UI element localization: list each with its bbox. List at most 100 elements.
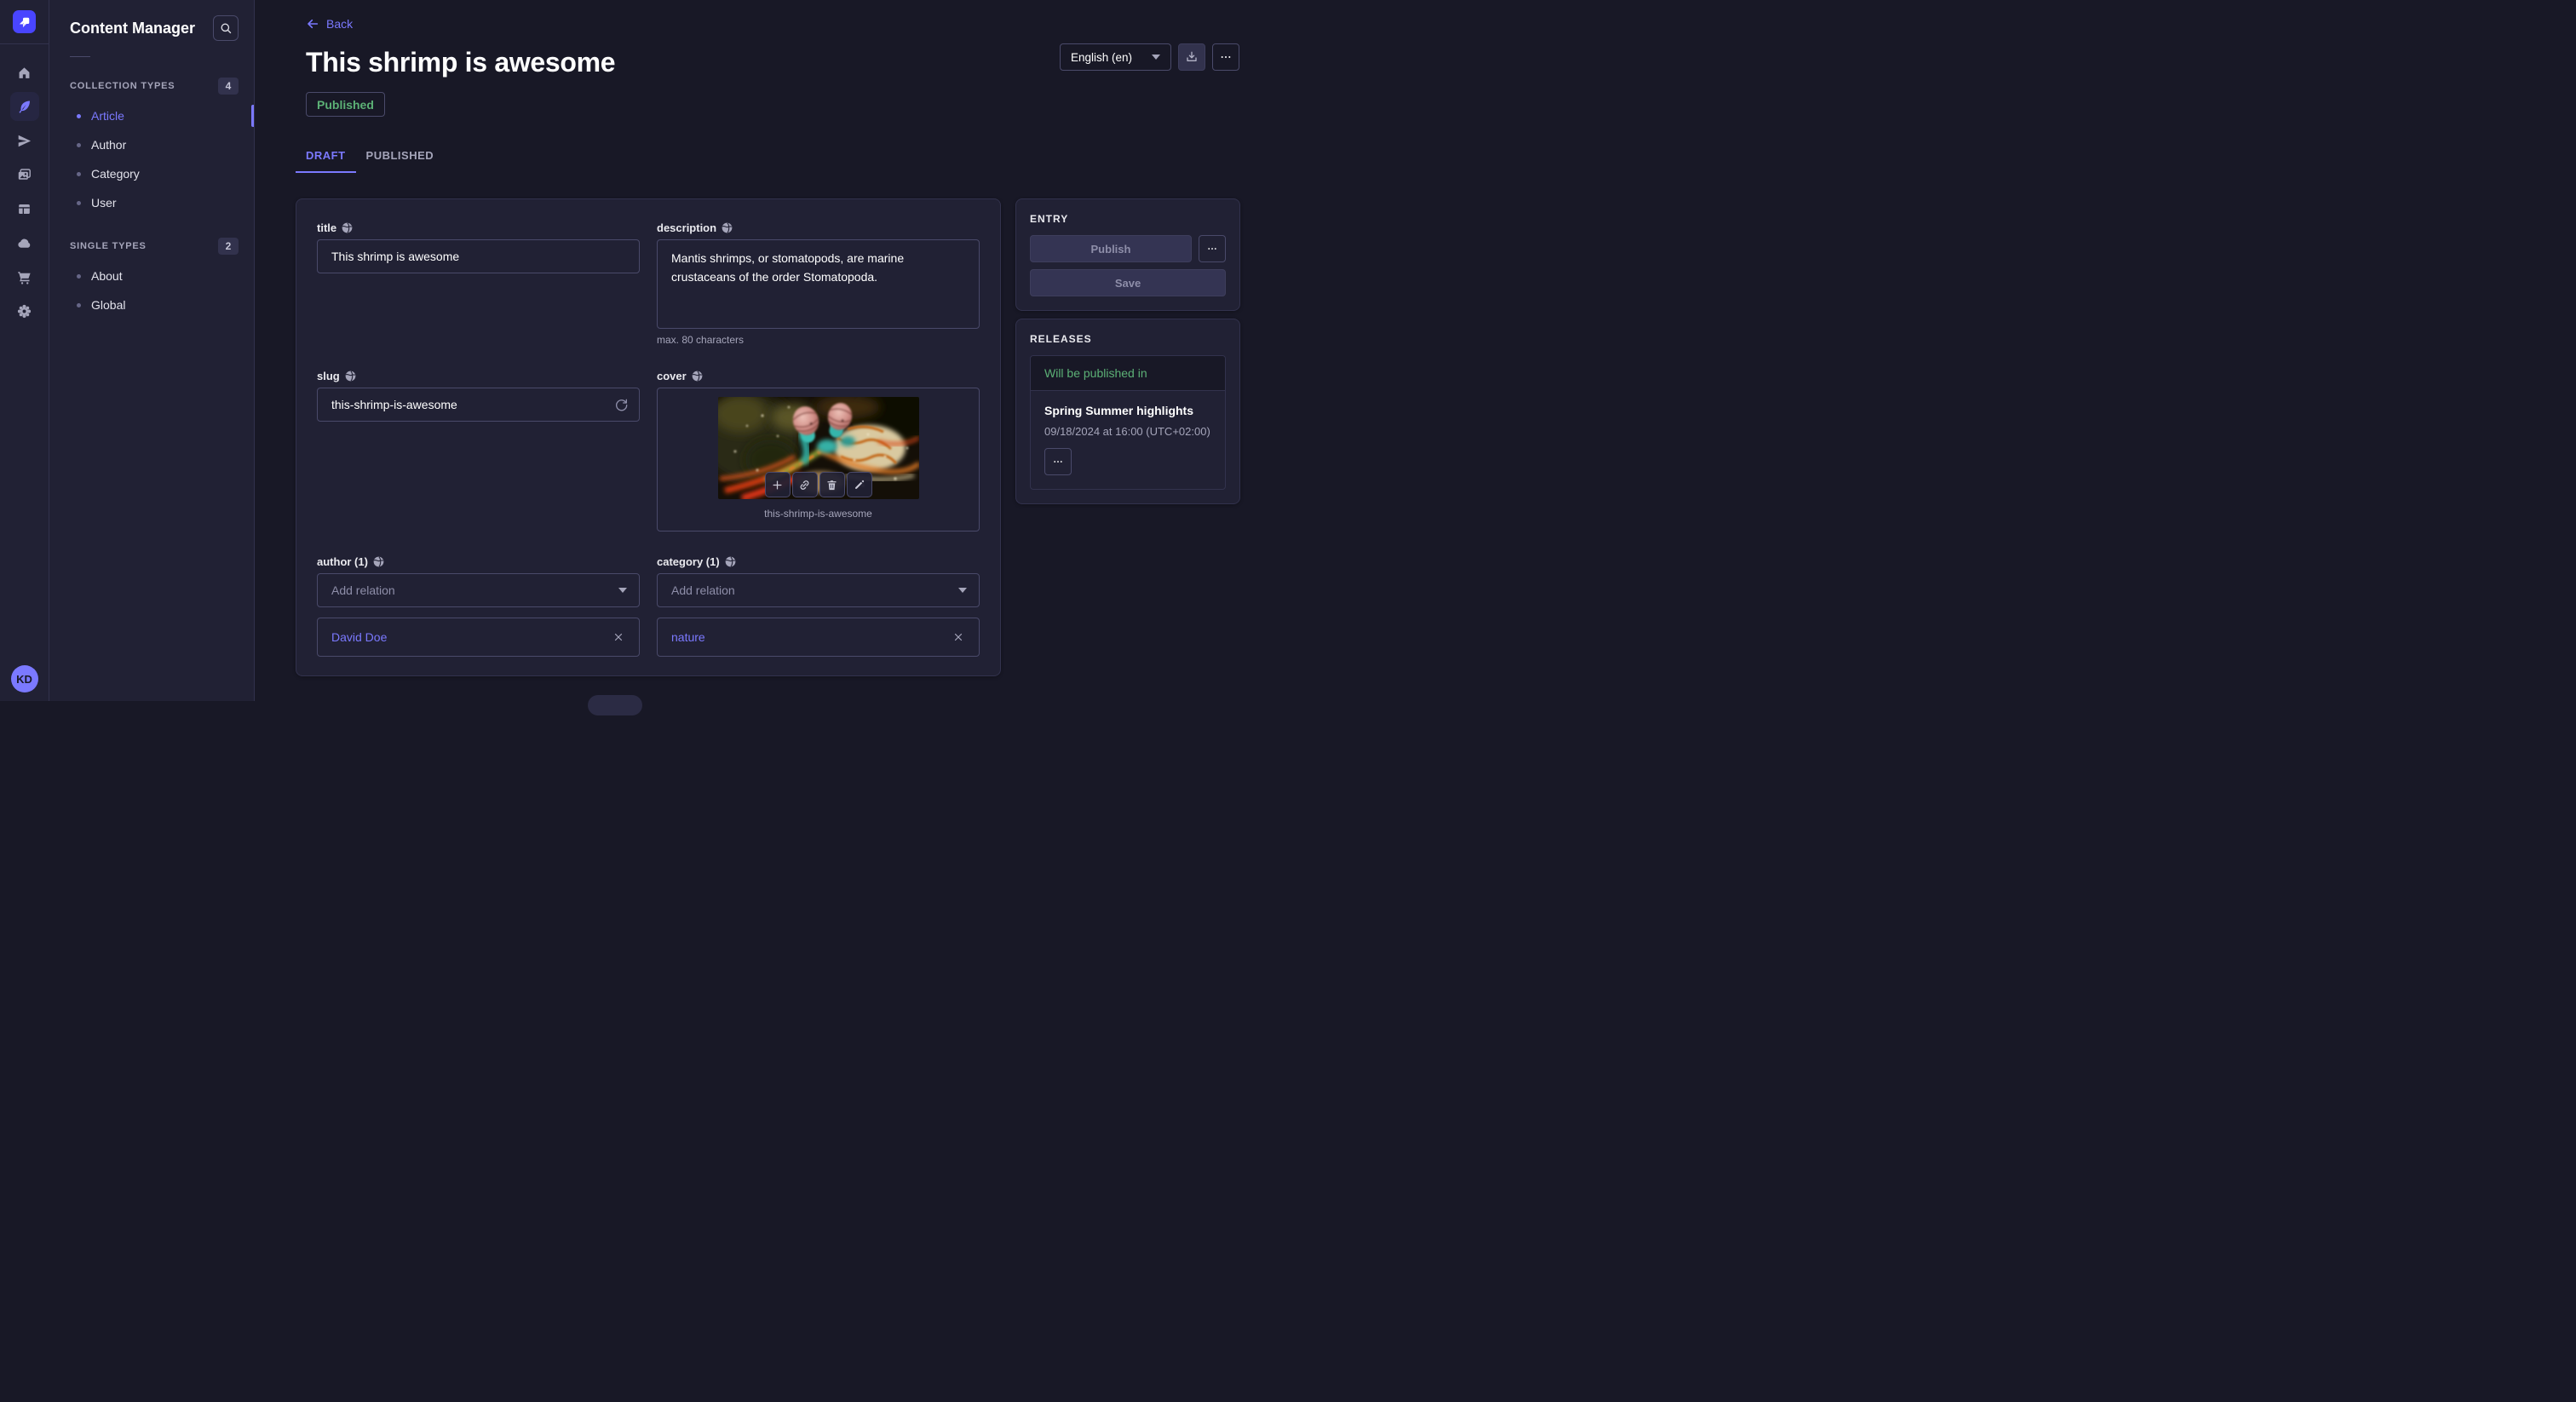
globe-icon xyxy=(722,222,733,233)
category-relation-combobox[interactable]: Add relation xyxy=(657,573,980,607)
sidebar-item-category[interactable]: Category xyxy=(49,159,254,188)
globe-icon xyxy=(725,556,736,567)
version-tabs: DRAFT PUBLISHED xyxy=(296,142,1288,173)
bullet-icon xyxy=(77,143,81,147)
nav-releases-button[interactable] xyxy=(10,126,39,155)
field-category: category (1) Add relation nature xyxy=(657,555,980,657)
globe-icon xyxy=(345,371,356,382)
nav-marketplace-button[interactable] xyxy=(10,262,39,291)
content-manager-sidebar: Content Manager COLLECTION TYPES 4 Artic… xyxy=(49,0,255,701)
nav-content-type-builder-button[interactable] xyxy=(10,194,39,223)
sidebar-item-label: Author xyxy=(91,138,126,152)
cover-caption: this-shrimp-is-awesome xyxy=(666,508,970,520)
sidebar-item-article[interactable]: Article xyxy=(49,101,254,130)
field-label-text: description xyxy=(657,221,716,234)
user-avatar[interactable]: KD xyxy=(11,665,38,692)
entry-more-button[interactable] xyxy=(1199,235,1226,262)
main-content: Back This shrimp is awesome Published En… xyxy=(255,0,1288,701)
locale-value: English (en) xyxy=(1071,51,1132,64)
feather-icon xyxy=(16,99,32,115)
search-button[interactable] xyxy=(213,15,239,41)
gear-icon xyxy=(16,303,32,319)
category-relation-item: nature xyxy=(657,618,980,657)
plus-icon xyxy=(771,479,784,491)
field-label-text: title xyxy=(317,221,336,234)
remove-relation-button[interactable] xyxy=(607,625,630,649)
link-icon xyxy=(798,479,811,491)
trash-icon xyxy=(825,479,838,491)
author-relation-item: David Doe xyxy=(317,618,640,657)
section-count-badge: 4 xyxy=(218,78,239,95)
description-textarea[interactable]: Mantis shrimps, or stomatopods, are mari… xyxy=(657,239,980,329)
chevron-down-icon xyxy=(1152,55,1160,60)
download-icon xyxy=(1185,50,1199,64)
edit-form-card: title description xyxy=(296,198,1001,676)
sidebar-item-global[interactable]: Global xyxy=(49,290,254,319)
release-more-button[interactable] xyxy=(1044,448,1072,475)
chevron-down-icon xyxy=(618,588,627,593)
relation-link[interactable]: nature xyxy=(671,630,705,644)
delete-asset-button[interactable] xyxy=(819,472,845,497)
nav-media-library-button[interactable] xyxy=(10,160,39,189)
side-column: ENTRY Publish Save RELEASES Wil xyxy=(1015,198,1240,504)
rail-divider xyxy=(0,43,49,44)
paper-plane-icon xyxy=(16,133,32,149)
field-label-text: author (1) xyxy=(317,555,368,568)
entry-panel: ENTRY Publish Save xyxy=(1015,198,1240,311)
release-status: Will be published in xyxy=(1031,356,1225,391)
edit-asset-button[interactable] xyxy=(847,472,872,497)
locale-select[interactable]: English (en) xyxy=(1060,43,1171,71)
active-item-indicator xyxy=(251,105,254,127)
cover-image[interactable] xyxy=(718,397,919,499)
images-icon xyxy=(16,167,32,183)
bottom-partial-button[interactable] xyxy=(588,695,642,715)
nav-content-manager-button[interactable] xyxy=(10,92,39,121)
app-window: KD Content Manager COLLECTION TYPES 4 Ar… xyxy=(0,0,1288,701)
copy-link-button[interactable] xyxy=(792,472,818,497)
sidebar-item-label: User xyxy=(91,196,117,210)
header-actions: English (en) xyxy=(1060,43,1239,71)
header-more-button[interactable] xyxy=(1212,43,1239,71)
section-label: SINGLE TYPES xyxy=(70,241,147,251)
relation-placeholder: Add relation xyxy=(331,583,395,597)
releases-panel: RELEASES Will be published in Spring Sum… xyxy=(1015,319,1240,504)
collection-types-section: COLLECTION TYPES 4 Article Author Catego… xyxy=(49,78,254,217)
tab-published[interactable]: PUBLISHED xyxy=(356,142,445,173)
globe-icon xyxy=(692,371,703,382)
globe-icon xyxy=(373,556,384,567)
slug-input[interactable] xyxy=(317,388,640,422)
regenerate-slug-button[interactable] xyxy=(607,391,635,418)
section-label: COLLECTION TYPES xyxy=(70,81,175,91)
sidebar-item-author[interactable]: Author xyxy=(49,130,254,159)
add-asset-button[interactable] xyxy=(765,472,791,497)
relation-link[interactable]: David Doe xyxy=(331,630,387,644)
publish-button[interactable]: Publish xyxy=(1030,235,1192,262)
nav-cloud-button[interactable] xyxy=(10,228,39,257)
release-card: Will be published in Spring Summer highl… xyxy=(1030,355,1226,490)
sidebar-item-about[interactable]: About xyxy=(49,261,254,290)
chevron-down-icon xyxy=(958,588,967,593)
ellipsis-icon xyxy=(1206,243,1218,255)
save-button[interactable]: Save xyxy=(1030,269,1226,296)
home-icon xyxy=(16,65,32,81)
arrow-left-icon xyxy=(306,17,319,31)
releases-panel-label: RELEASES xyxy=(1030,333,1226,345)
remove-relation-button[interactable] xyxy=(946,625,970,649)
description-hint: max. 80 characters xyxy=(657,334,980,346)
bullet-icon xyxy=(77,172,81,176)
download-button[interactable] xyxy=(1178,43,1205,71)
back-link[interactable]: Back xyxy=(306,17,353,31)
sidebar-item-user[interactable]: User xyxy=(49,188,254,217)
relation-placeholder: Add relation xyxy=(671,583,735,597)
sidebar-item-label: Article xyxy=(91,109,124,123)
main-nav-rail: KD xyxy=(0,0,49,701)
strapi-logo[interactable] xyxy=(13,10,36,33)
sidebar-header: Content Manager xyxy=(49,15,254,41)
status-badge: Published xyxy=(306,92,385,117)
author-relation-combobox[interactable]: Add relation xyxy=(317,573,640,607)
tab-draft[interactable]: DRAFT xyxy=(296,142,356,173)
title-input[interactable] xyxy=(317,239,640,273)
active-tab-underline xyxy=(296,171,356,173)
nav-home-button[interactable] xyxy=(10,58,39,87)
nav-settings-button[interactable] xyxy=(10,296,39,325)
